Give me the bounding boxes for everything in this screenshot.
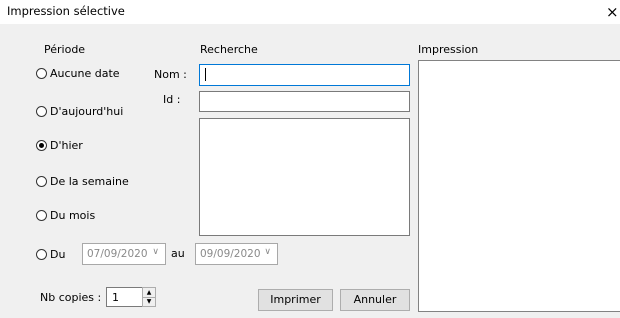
- spin-down-icon[interactable]: ▼: [143, 297, 155, 306]
- radio-du[interactable]: Du: [36, 247, 76, 263]
- radio-button[interactable]: [36, 176, 47, 187]
- radio-label: De la semaine: [50, 175, 129, 188]
- radio-button[interactable]: [36, 68, 47, 79]
- radio-semaine[interactable]: De la semaine: [36, 174, 146, 190]
- window-title: Impression sélective: [7, 4, 125, 18]
- date-from-picker[interactable]: 07/09/2020 ∨: [82, 243, 166, 265]
- date-from-value: 07/09/2020: [87, 248, 148, 260]
- copies-label: Nb copies :: [40, 291, 102, 304]
- copies-input[interactable]: 1: [106, 287, 143, 307]
- text-caret: [205, 68, 206, 81]
- chevron-down-icon[interactable]: ∨: [152, 247, 159, 257]
- radio-label: D'aujourd'hui: [50, 105, 124, 118]
- close-icon[interactable]: ×: [606, 2, 620, 22]
- nom-input[interactable]: [199, 64, 410, 86]
- copies-value: 1: [112, 291, 119, 304]
- radio-label: Du mois: [50, 209, 96, 222]
- radio-label: Du: [50, 248, 66, 261]
- copies-spinner[interactable]: ▲ ▼: [142, 287, 156, 307]
- radio-aujourdhui[interactable]: D'aujourd'hui: [36, 104, 146, 120]
- radio-label: Aucune date: [50, 67, 120, 80]
- id-label: Id :: [163, 93, 181, 106]
- radio-button[interactable]: [36, 249, 47, 260]
- id-input[interactable]: [199, 91, 410, 112]
- date-separator: au: [171, 247, 185, 260]
- radio-mois[interactable]: Du mois: [36, 208, 146, 224]
- impression-list[interactable]: [418, 60, 620, 312]
- radio-button-selected[interactable]: [36, 140, 47, 151]
- impression-header: Impression: [418, 43, 479, 56]
- title-bar: Impression sélective ×: [0, 0, 620, 24]
- radio-button[interactable]: [36, 210, 47, 221]
- print-button[interactable]: Imprimer: [258, 289, 333, 311]
- date-to-picker[interactable]: 09/09/2020 ∨: [195, 243, 278, 265]
- chevron-down-icon[interactable]: ∨: [264, 247, 271, 257]
- cancel-button[interactable]: Annuler: [340, 289, 410, 311]
- radio-hier[interactable]: D'hier: [36, 138, 146, 154]
- search-results-list[interactable]: [199, 118, 410, 236]
- periode-header: Période: [44, 43, 86, 56]
- radio-label: D'hier: [50, 139, 83, 152]
- date-to-value: 09/09/2020: [200, 248, 261, 260]
- radio-button[interactable]: [36, 106, 47, 117]
- radio-aucune-date[interactable]: Aucune date: [36, 66, 146, 82]
- recherche-header: Recherche: [200, 43, 258, 56]
- nom-label: Nom :: [154, 68, 187, 81]
